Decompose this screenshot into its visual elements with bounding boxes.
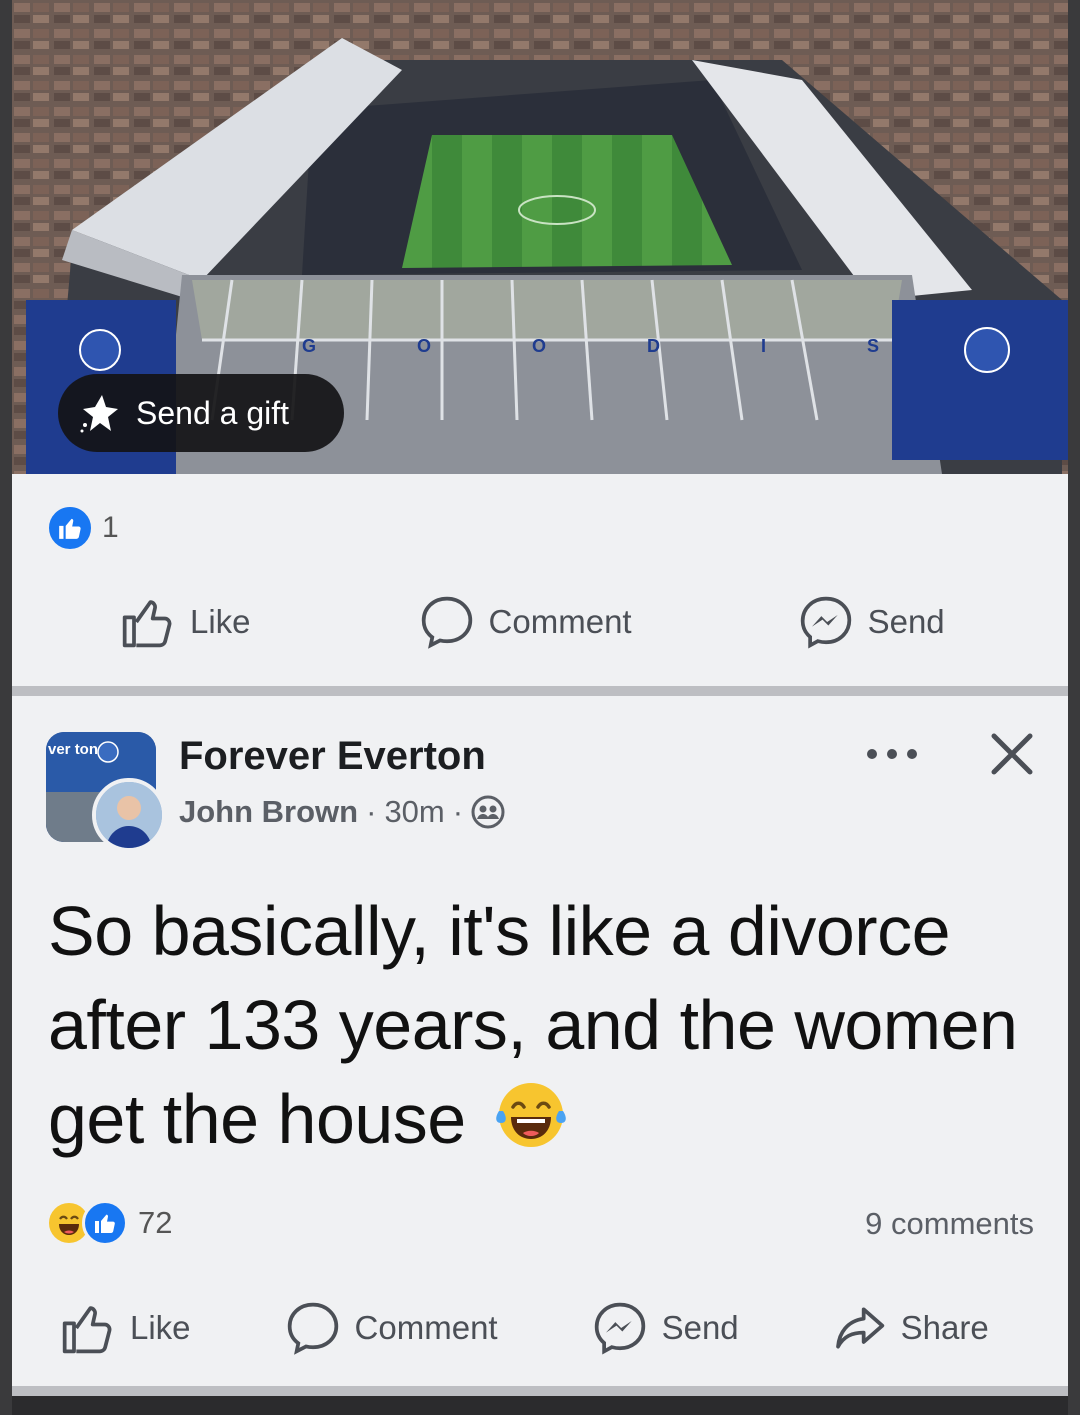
- reaction-count: 72: [138, 1205, 173, 1240]
- screen-frame-left: [0, 0, 12, 1415]
- like-reaction-icon: [46, 504, 94, 552]
- send-label: Send: [867, 603, 945, 640]
- comments-count-link[interactable]: 9 comments: [865, 1206, 1034, 1242]
- author-name[interactable]: John Brown: [179, 794, 358, 830]
- like-label: Like: [190, 603, 251, 640]
- post-divider: [12, 1386, 1068, 1396]
- comment-button[interactable]: Comment: [419, 594, 632, 650]
- like-label: Like: [130, 1309, 191, 1346]
- post-photo-stadium[interactable]: G O O D I S O N Send a gift: [12, 0, 1068, 474]
- comment-label: Comment: [354, 1309, 498, 1346]
- comment-bubble-icon: [421, 596, 472, 649]
- action-bar: Like Comment Send: [12, 594, 1068, 650]
- author-avatar: [92, 778, 166, 852]
- messenger-icon: [594, 1302, 645, 1355]
- meta-separator: ·: [366, 794, 377, 829]
- group-avatar[interactable]: ver ton: [46, 732, 166, 852]
- post-card-forever-everton: ver ton Forever Everton John Brown · 30m…: [12, 696, 1068, 1386]
- messenger-icon: [800, 596, 851, 649]
- screen-frame-right: [1068, 0, 1080, 1415]
- group-avatar-text: ver ton: [48, 741, 98, 758]
- send-button[interactable]: Send: [798, 594, 945, 650]
- post-meta: John Brown · 30m ·: [179, 794, 505, 830]
- send-label: Send: [661, 1309, 739, 1346]
- comment-bubble-icon: [287, 1302, 338, 1355]
- close-icon[interactable]: [988, 730, 1036, 778]
- more-options-icon[interactable]: [864, 744, 920, 764]
- share-button[interactable]: Share: [831, 1300, 989, 1356]
- post-divider: [12, 686, 1068, 696]
- action-bar: Like Comment Send Share: [12, 1300, 1068, 1356]
- meta-separator: ·: [452, 794, 464, 829]
- like-reaction-icon: [82, 1200, 128, 1246]
- send-gift-label: Send a gift: [136, 394, 289, 431]
- comment-label: Comment: [488, 603, 632, 640]
- send-gift-button[interactable]: Send a gift: [58, 374, 344, 452]
- share-arrow-icon: [835, 1307, 884, 1349]
- post-footer-first: 1 Like Comment Send: [12, 474, 1068, 686]
- send-button[interactable]: Send: [592, 1300, 739, 1356]
- group-name[interactable]: Forever Everton: [179, 734, 486, 779]
- share-label: Share: [900, 1309, 989, 1346]
- comment-button[interactable]: Comment: [285, 1300, 498, 1356]
- post-time[interactable]: 30m: [384, 794, 444, 830]
- like-button[interactable]: Like: [60, 1300, 191, 1356]
- reaction-summary[interactable]: 72: [46, 1200, 172, 1246]
- laughing-tears-emoji-icon: [495, 1083, 566, 1147]
- post-body: So basically, it's like a divorce after …: [48, 884, 1048, 1166]
- thumbs-up-icon: [62, 1306, 112, 1354]
- reaction-summary[interactable]: 1: [46, 504, 119, 552]
- thumbs-up-icon: [122, 600, 172, 648]
- like-button[interactable]: Like: [120, 594, 251, 650]
- group-icon: [471, 795, 505, 829]
- sparkle-icon: [80, 395, 118, 433]
- reaction-count: 1: [102, 511, 119, 544]
